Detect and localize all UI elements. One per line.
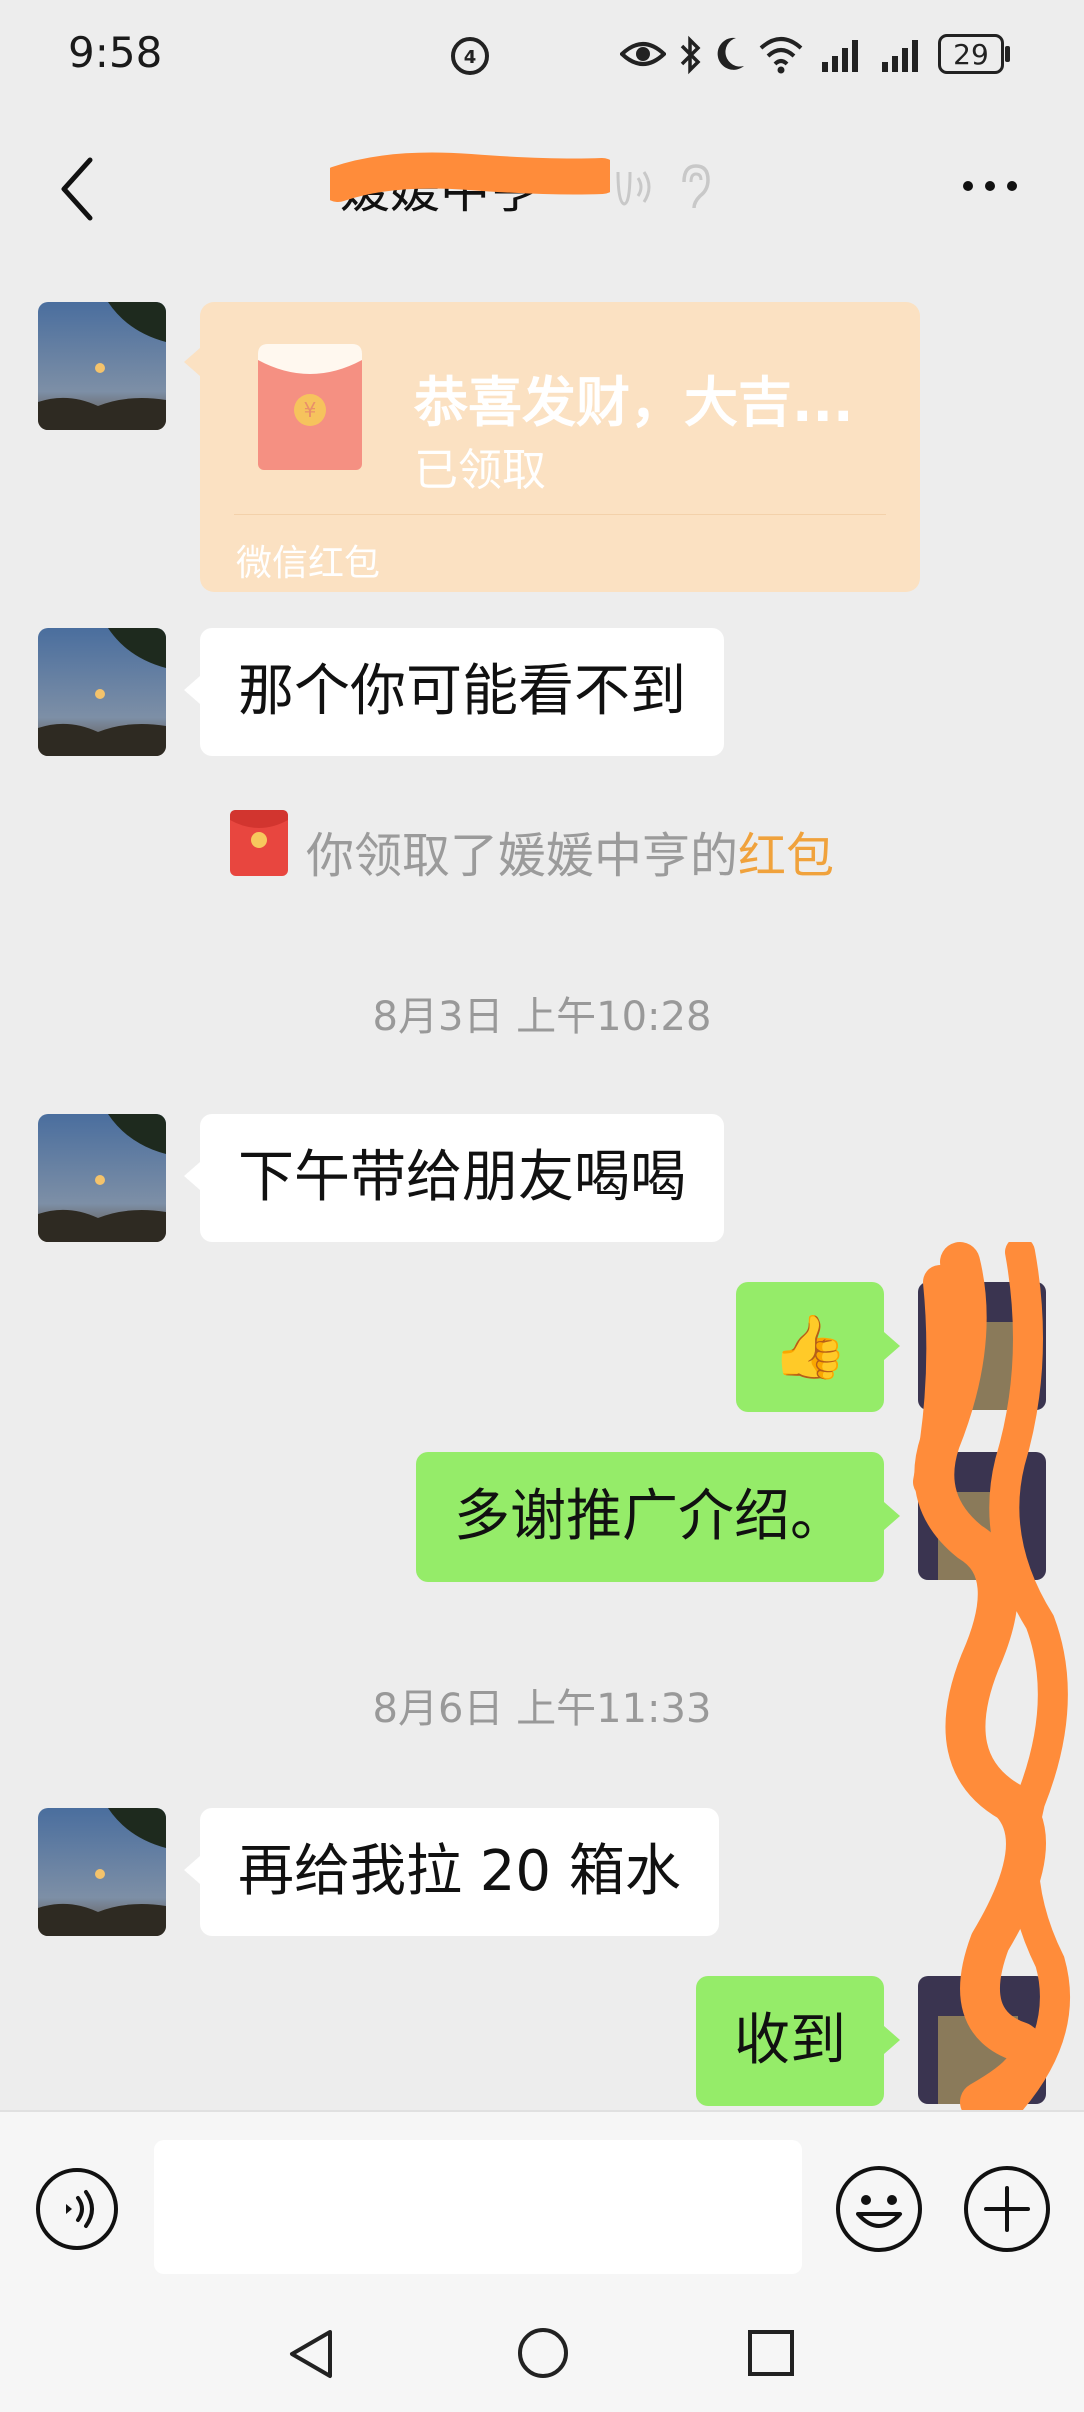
- battery-level: 29: [953, 37, 989, 71]
- moon-icon: [717, 37, 744, 70]
- message-bubble[interactable]: 👍: [736, 1282, 884, 1412]
- avatar[interactable]: [38, 302, 166, 430]
- smiley-icon[interactable]: [834, 2164, 924, 2254]
- message-bubble[interactable]: 那个你可能看不到: [200, 628, 724, 756]
- input-bar: [0, 2110, 1084, 2296]
- chevron-left-icon[interactable]: [50, 154, 110, 224]
- message-text: 多谢推广介绍。: [454, 1484, 846, 1549]
- battery-tip: [1005, 46, 1010, 62]
- home-circle-icon[interactable]: [516, 2326, 570, 2380]
- timestamp: 8月6日 上午11:33: [372, 1686, 712, 1732]
- message-text: 收到: [734, 2008, 846, 2073]
- more-icon[interactable]: [960, 176, 1020, 196]
- eye-icon: [620, 42, 666, 66]
- plus-icon[interactable]: [962, 2164, 1052, 2254]
- bubble-tail: [184, 348, 200, 376]
- red-envelope-icon: ¥: [258, 344, 362, 470]
- avatar[interactable]: [38, 1808, 166, 1936]
- message-bubble[interactable]: 收到: [696, 1976, 884, 2106]
- message-bubble[interactable]: 多谢推广介绍。: [416, 1452, 884, 1582]
- thumbs-up-icon: 👍: [771, 1310, 849, 1383]
- message-bubble[interactable]: 再给我拉 20 箱水: [200, 1808, 719, 1936]
- red-packet-link[interactable]: 红包: [738, 828, 834, 884]
- system-nav-bar: [0, 2296, 1084, 2412]
- avatar[interactable]: [918, 1976, 1046, 2104]
- signal-icon: [882, 40, 918, 72]
- status-time: 9:58: [68, 28, 163, 77]
- battery-icon: 29: [938, 34, 1004, 74]
- avatar[interactable]: [918, 1282, 1046, 1410]
- avatar[interactable]: [38, 1114, 166, 1242]
- ear-icon: [682, 164, 710, 209]
- red-packet-label: 微信红包: [236, 543, 381, 584]
- svg-text:¥: ¥: [304, 398, 317, 422]
- message-text: 下午带给朋友喝喝: [238, 1145, 686, 1210]
- ear-icon: [616, 171, 651, 206]
- voice-icon[interactable]: [34, 2166, 120, 2252]
- message-input[interactable]: [154, 2140, 802, 2274]
- bubble-tail: [884, 2026, 900, 2054]
- bubble-tail: [884, 1332, 900, 1360]
- bubble-tail: [884, 1502, 900, 1530]
- system-message: 你领取了媛媛中亨的红包: [306, 816, 834, 886]
- chat-title[interactable]: 媛媛中亨: [340, 150, 540, 222]
- chat-header: 媛媛中亨: [0, 112, 1084, 262]
- system-text: 你领取了媛媛中亨的: [306, 828, 739, 884]
- hd-icon: 4: [451, 37, 489, 75]
- bubble-tail: [184, 676, 200, 704]
- bubble-tail: [184, 1856, 200, 1884]
- bluetooth-icon: [680, 35, 701, 75]
- red-envelope-icon: [230, 810, 288, 876]
- timestamp: 8月3日 上午10:28: [372, 994, 712, 1040]
- avatar[interactable]: [918, 1452, 1046, 1580]
- signal-icon: [822, 40, 858, 72]
- red-packet-status: 已领取: [414, 445, 546, 496]
- red-packet-card[interactable]: ¥ 恭喜发财，大吉... 已领取 微信红包: [200, 302, 920, 592]
- back-triangle-icon[interactable]: [286, 2326, 336, 2382]
- chat-messages[interactable]: ¥ 恭喜发财，大吉... 已领取 微信红包 那个你可能看不到 你领取了媛媛中亨的…: [0, 262, 1084, 2110]
- divider: [234, 514, 886, 515]
- wifi-icon: [759, 37, 803, 74]
- svg-text:4: 4: [464, 47, 477, 68]
- message-text: 再给我拉 20 箱水: [238, 1839, 681, 1904]
- avatar[interactable]: [38, 628, 166, 756]
- message-text: 那个你可能看不到: [238, 659, 686, 724]
- red-packet-title: 恭喜发财，大吉...: [414, 371, 854, 434]
- recents-square-icon[interactable]: [746, 2328, 796, 2378]
- status-bar: 9:58 4 29: [0, 0, 1084, 112]
- bubble-tail: [184, 1162, 200, 1190]
- message-bubble[interactable]: 下午带给朋友喝喝: [200, 1114, 724, 1242]
